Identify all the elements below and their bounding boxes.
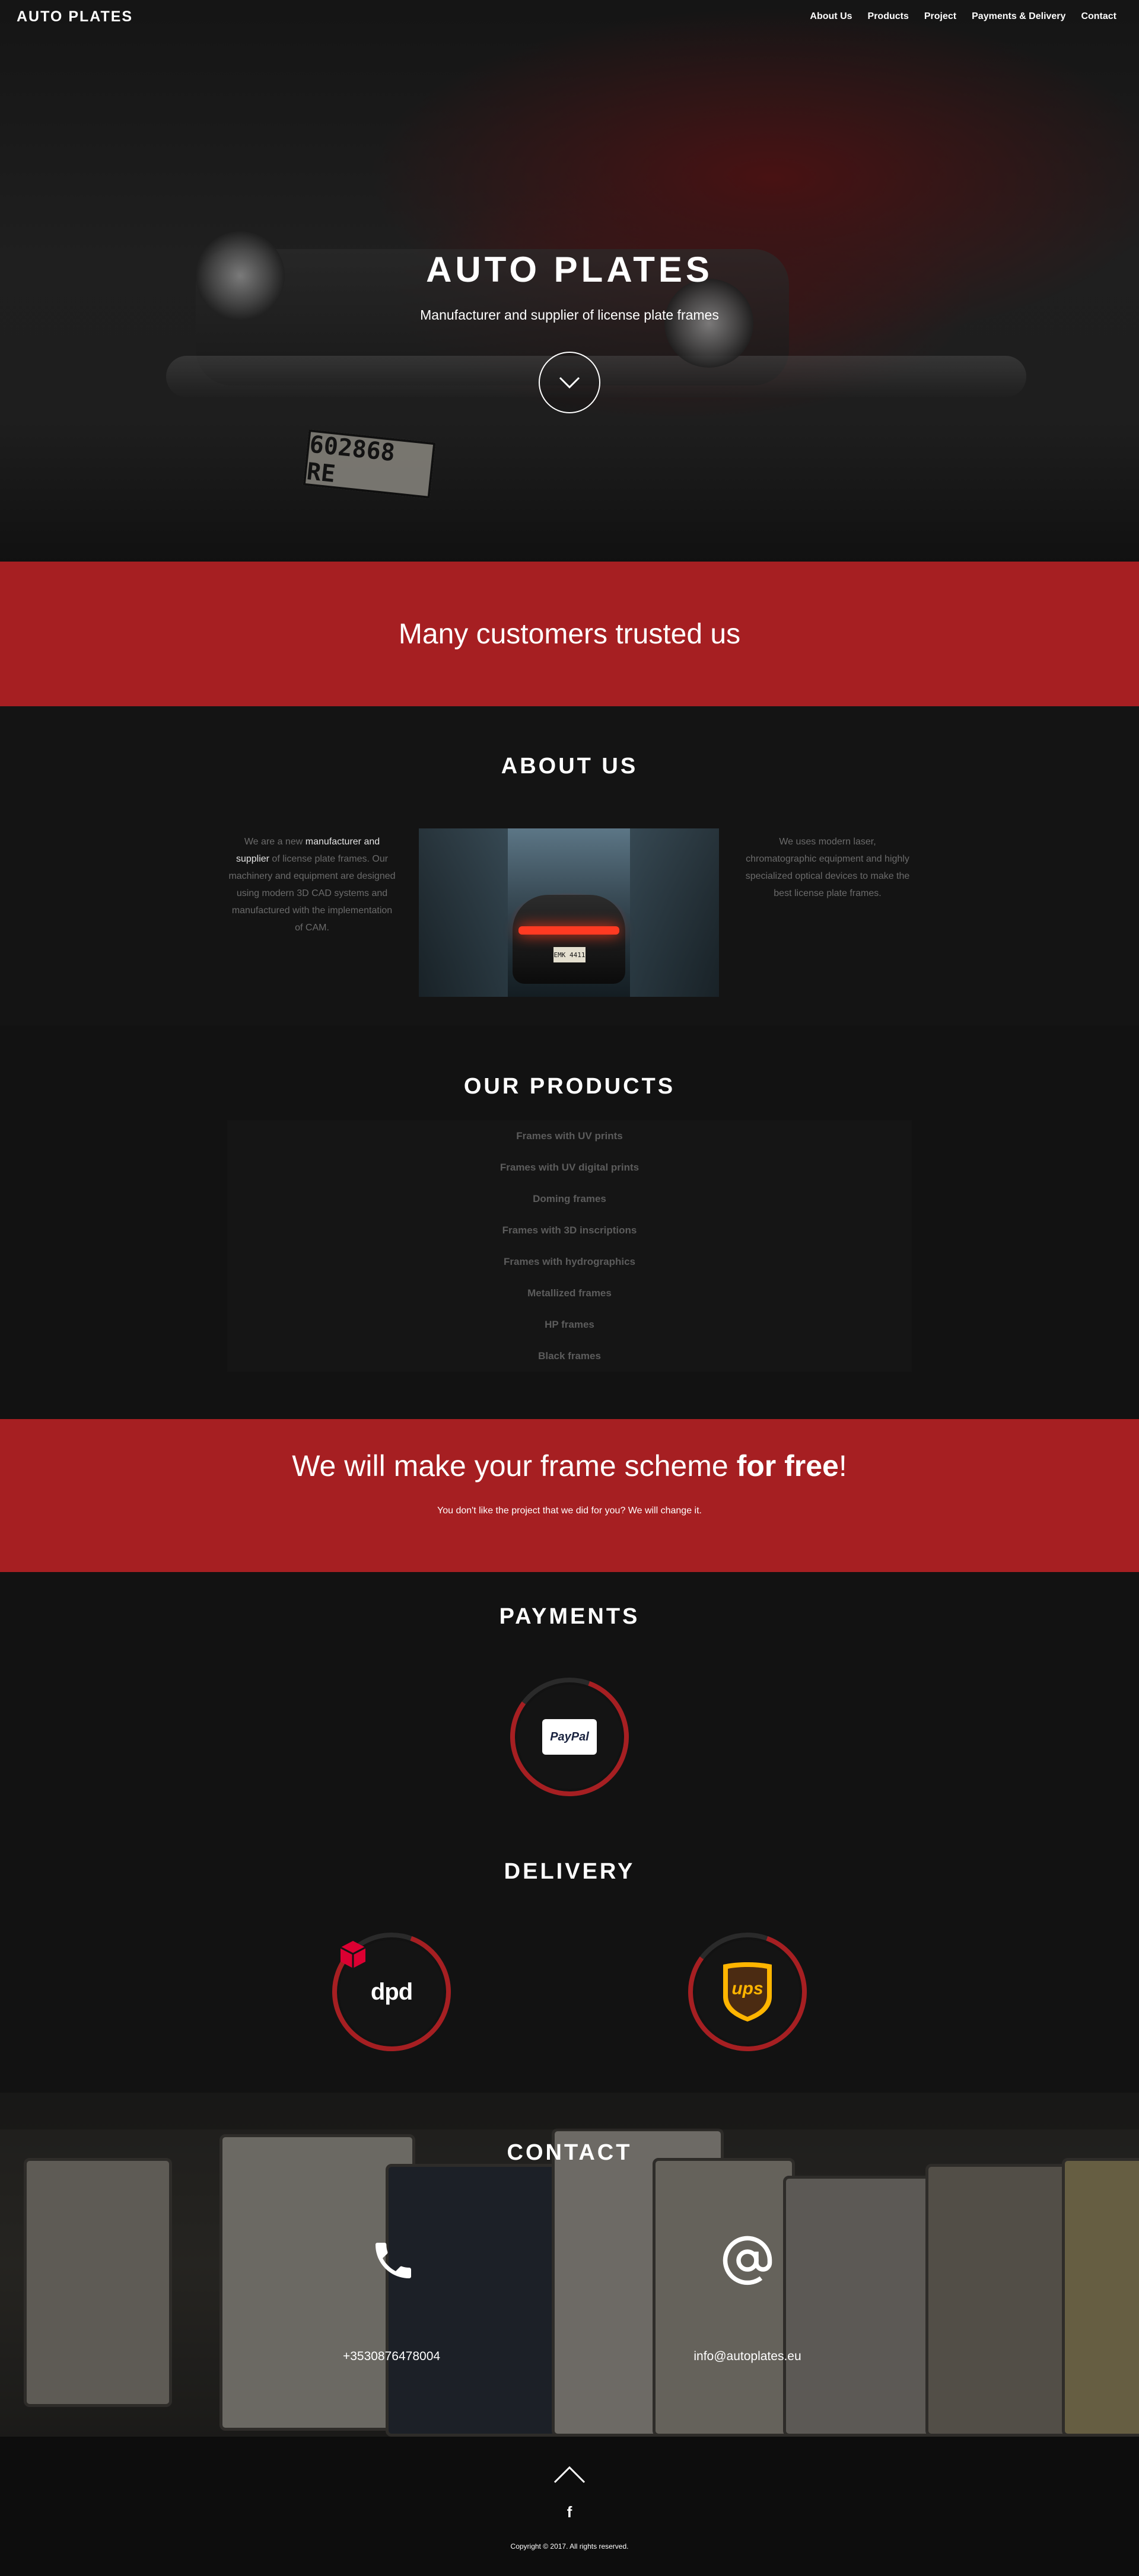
top-navbar: AUTO PLATES About Us Products Project Pa… [0,0,1139,33]
hero-title: AUTO PLATES [426,250,713,289]
facebook-icon[interactable]: f [561,2503,578,2521]
image-tail-lights [518,926,619,935]
free-heading-post: ! [838,1449,847,1483]
contact-section: CONTACT +3530876478004 info@autoplates.e… [0,2093,1139,2437]
free-subtext: You don't like the project that we did f… [437,1506,702,1516]
ups-wordmark: ups [731,1979,763,1998]
product-item[interactable]: HP frames [227,1313,912,1345]
copyright-text: Copyright © 2017. All rights reserved. [510,2542,629,2551]
products-title: OUR PRODUCTS [463,1074,676,1099]
contact-phone[interactable]: +3530876478004 [308,2349,475,2364]
image-car-body [513,895,625,984]
site-logo[interactable]: AUTO PLATES [17,8,133,25]
about-title: ABOUT US [501,754,638,779]
hero-section: 602868 RE AUTO PLATES Manufacturer and s… [0,0,1139,562]
products-list: Frames with UV prints Frames with UV dig… [227,1125,912,1376]
main-menu: About Us Products Project Payments & Del… [810,11,1116,22]
product-item[interactable]: Frames with UV digital prints [227,1156,912,1188]
phone-icon [358,2225,429,2296]
image-building-left [419,828,508,997]
product-item[interactable]: Metallized frames [227,1282,912,1313]
nav-item-about-us[interactable]: About Us [810,11,852,22]
payments-title: PAYMENTS [499,1604,640,1629]
dpd-badge-inner: dpd [339,1940,444,2044]
about-left-text: We are a new manufacturer and supplier o… [228,833,396,936]
paypal-logo: PayPal [542,1719,597,1755]
image-license-plate: EMK 4411 [553,947,586,962]
dpd-badge: dpd [332,1933,451,2051]
image-building-right [630,828,719,997]
scroll-down-button[interactable] [539,352,600,413]
nav-item-products[interactable]: Products [868,11,909,22]
ups-badge: ups [688,1933,807,2051]
dpd-wordmark: dpd [370,1978,413,2005]
contact-email[interactable]: info@autoplates.eu [664,2349,831,2364]
trusted-heading: Many customers trusted us [398,618,741,650]
at-sign-icon [712,2225,783,2296]
product-item[interactable]: Frames with 3D inscriptions [227,1219,912,1251]
contact-title: CONTACT [507,2140,632,2165]
nav-item-project[interactable]: Project [924,11,956,22]
payments-delivery-section: PAYMENTS PayPal DELIVERY dpd ups [0,1572,1139,2093]
nav-item-contact[interactable]: Contact [1081,11,1116,22]
dpd-cube-icon [340,1941,366,1968]
site-footer: f Copyright © 2017. All rights reserved. [0,2437,1139,2576]
nav-item-payments-delivery[interactable]: Payments & Delivery [972,11,1065,22]
product-item[interactable]: Frames with hydrographics [227,1251,912,1282]
free-heading-pre: We will make your frame scheme [292,1449,737,1483]
about-left-post: of license plate frames. Our machinery a… [228,854,396,933]
hero-subtitle: Manufacturer and supplier of license pla… [420,307,719,323]
products-section: OUR PRODUCTS Frames with UV prints Frame… [0,1025,1139,1419]
at-sign-icon-glyph [723,2236,772,2285]
trusted-banner: Many customers trusted us [0,562,1139,706]
product-item[interactable]: Frames with UV prints [227,1125,912,1156]
free-scheme-banner: We will make your frame scheme for free!… [0,1419,1139,1572]
delivery-title: DELIVERY [504,1859,635,1884]
paypal-badge: PayPal [510,1678,629,1796]
ups-badge-inner: ups [695,1940,800,2044]
product-item[interactable]: Doming frames [227,1188,912,1219]
free-heading-bold: for free [736,1449,839,1483]
about-right-text: We uses modern laser, chromatographic eq… [745,837,910,898]
phone-icon-glyph [376,2243,411,2278]
free-heading: We will make your frame scheme for free! [0,1449,1139,1483]
about-car-image: EMK 4411 [419,828,719,997]
ups-logo: ups [721,1961,774,2023]
contact-top-band [0,2093,1139,2129]
dpd-logo: dpd [340,1941,413,2006]
product-item[interactable]: Black frames [227,1345,912,1376]
chevron-up-icon[interactable] [553,2465,586,2484]
about-section: ABOUT US We are a new manufacturer and s… [0,706,1139,1025]
chevron-down-icon [559,377,580,389]
about-left-pre: We are a new [244,837,306,847]
paypal-badge-inner: PayPal [517,1685,622,1789]
